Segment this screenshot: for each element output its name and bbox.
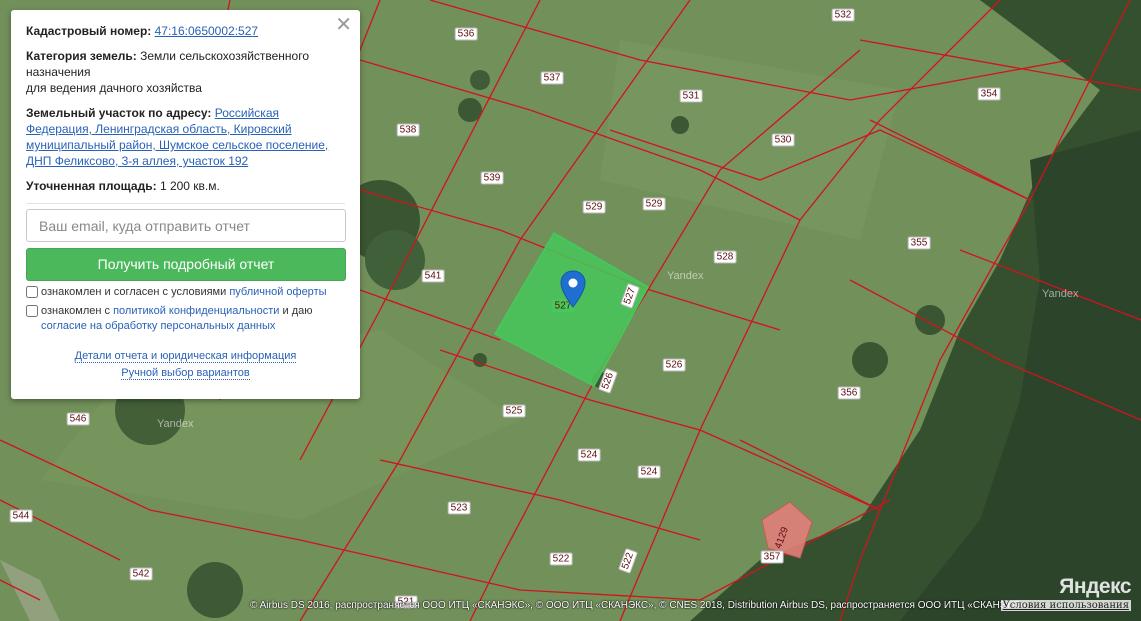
close-icon[interactable]: ✕ — [335, 15, 352, 35]
area-label: Уточненная площадь: — [26, 179, 157, 193]
category-row: Категория земель: Земли сельскохозяйстве… — [26, 48, 345, 96]
parcel-label-531[interactable]: 531 — [679, 89, 703, 103]
parcel-label-524b[interactable]: 524 — [637, 465, 661, 479]
parcel-label-536[interactable]: 536 — [454, 27, 478, 41]
report-details-link[interactable]: Детали отчета и юридическая информация — [74, 350, 297, 363]
parcel-label-526[interactable]: 526 — [662, 358, 686, 372]
privacy-agreement-row: ознакомлен с политикой конфиденциальност… — [26, 304, 345, 334]
parcel-label-529a[interactable]: 529 — [582, 200, 606, 214]
cadastral-label: Кадастровый номер: — [26, 24, 152, 38]
area-value: 1 200 кв.м. — [159, 179, 220, 193]
parcel-label-537[interactable]: 537 — [540, 71, 564, 85]
parcel-info-card: ✕ Кадастровый номер: 47:16:0650002:527 К… — [11, 10, 360, 399]
parcel-label-539[interactable]: 539 — [480, 171, 504, 185]
yandex-watermark: Yandex — [157, 418, 194, 430]
map-pin-icon[interactable] — [560, 270, 586, 308]
yandex-watermark: Yandex — [667, 270, 704, 282]
manual-selection-link[interactable]: Ручной выбор вариантов — [121, 367, 250, 380]
privacy-mid-text: и даю — [282, 305, 313, 317]
parcel-label-524a[interactable]: 524 — [577, 448, 601, 462]
parcel-label-354[interactable]: 354 — [977, 87, 1001, 101]
parcel-label-532[interactable]: 532 — [831, 8, 855, 22]
divider — [26, 203, 345, 204]
cadastral-row: Кадастровый номер: 47:16:0650002:527 — [26, 23, 345, 39]
map-copyright: © Airbus DS 2016, распространяется ООО И… — [250, 600, 1026, 611]
parcel-label-530[interactable]: 530 — [771, 133, 795, 147]
area-row: Уточненная площадь: 1 200 кв.м. — [26, 178, 345, 194]
parcel-label-542[interactable]: 542 — [129, 567, 153, 581]
cadastral-number-link[interactable]: 47:16:0650002:527 — [155, 24, 258, 38]
card-footer-links: Детали отчета и юридическая информация Р… — [26, 348, 345, 382]
parcel-label-541[interactable]: 541 — [421, 269, 445, 283]
offer-agreement-text: ознакомлен и согласен с условиями — [41, 286, 227, 298]
category-subvalue: для ведения дачного хозяйства — [26, 81, 202, 95]
privacy-policy-link[interactable]: политикой конфиденциальности — [113, 305, 279, 317]
parcel-label-522a[interactable]: 522 — [549, 552, 573, 566]
parcel-label-538[interactable]: 538 — [396, 123, 420, 137]
parcel-label-528[interactable]: 528 — [713, 250, 737, 264]
parcel-label-355[interactable]: 355 — [907, 236, 931, 250]
offer-agreement-row: ознакомлен и согласен с условиями публич… — [26, 285, 345, 300]
yandex-watermark: Yandex — [1042, 288, 1079, 300]
address-row: Земельный участок по адресу: Российская … — [26, 105, 345, 169]
parcel-label-357[interactable]: 357 — [760, 550, 784, 564]
parcel-label-544[interactable]: 544 — [9, 509, 33, 523]
privacy-agreement-checkbox[interactable] — [26, 305, 38, 317]
terms-of-use-link[interactable]: Условия использования — [1000, 600, 1131, 611]
parcel-label-525[interactable]: 525 — [502, 404, 526, 418]
offer-agreement-checkbox[interactable] — [26, 286, 38, 298]
address-label: Земельный участок по адресу: — [26, 106, 212, 120]
privacy-prefix-text: ознакомлен с — [41, 305, 111, 317]
personal-data-consent-link[interactable]: согласие на обработку персональных данны… — [41, 320, 275, 332]
email-input[interactable] — [26, 209, 346, 242]
parcel-label-546[interactable]: 546 — [66, 412, 90, 426]
parcel-label-529b[interactable]: 529 — [642, 197, 666, 211]
get-report-button[interactable]: Получить подробный отчет — [26, 248, 346, 281]
parcel-label-356[interactable]: 356 — [837, 386, 861, 400]
yandex-logo: Яндекс — [1059, 575, 1131, 598]
parcel-label-523[interactable]: 523 — [447, 501, 471, 515]
public-offer-link[interactable]: публичной оферты — [229, 286, 326, 298]
category-label: Категория земель: — [26, 49, 137, 63]
